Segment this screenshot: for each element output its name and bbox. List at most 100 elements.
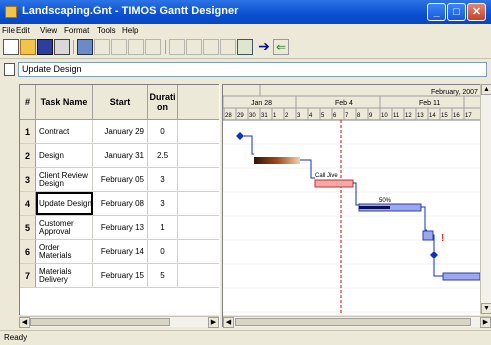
chart-scroll-left-button[interactable]: ◀ xyxy=(223,317,234,328)
menu-edit[interactable]: Edit xyxy=(16,26,30,35)
window-title: Landscaping.Gnt - TIMOS Gantt Designer xyxy=(22,5,239,17)
duration-cell[interactable]: 3 xyxy=(148,192,178,215)
row-number[interactable]: 7 xyxy=(20,264,36,287)
table-row[interactable]: 1 Contract January 29 0 xyxy=(20,120,220,144)
close-button[interactable]: ✕ xyxy=(467,3,486,21)
duration-cell[interactable]: 1 xyxy=(148,216,178,239)
row-number[interactable]: 4 xyxy=(20,192,36,215)
chart-horizontal-scrollbar[interactable]: ◀ ▶ xyxy=(223,316,491,328)
table-row[interactable]: 6 Order Materials February 14 0 xyxy=(20,240,220,264)
task-grid: # Task Name Start Durati on 1 Contract J… xyxy=(19,84,220,315)
app-icon[interactable] xyxy=(5,6,17,18)
unlink-icon[interactable] xyxy=(186,39,202,55)
milestone-contract[interactable] xyxy=(236,132,244,140)
header-task-name[interactable]: Task Name xyxy=(36,85,93,120)
day-label: 10 xyxy=(381,113,388,119)
bar-materials-delivery[interactable] xyxy=(442,272,480,281)
grid-horizontal-scrollbar[interactable]: ◀ ▶ xyxy=(19,316,219,328)
column-icon[interactable] xyxy=(220,39,236,55)
outdent-icon[interactable] xyxy=(111,39,127,55)
open-icon[interactable] xyxy=(20,39,36,55)
title-bar[interactable]: Landscaping.Gnt - TIMOS Gantt Designer _… xyxy=(0,0,491,24)
table-row[interactable]: 3 Client Review Design February 05 3 xyxy=(20,168,220,192)
dependency-link xyxy=(300,159,315,179)
row-number[interactable]: 5 xyxy=(20,216,36,239)
duration-cell[interactable]: 3 xyxy=(148,168,178,191)
duration-cell[interactable]: 0 xyxy=(148,120,178,143)
duration-cell[interactable]: 5 xyxy=(148,264,178,287)
minimize-button[interactable]: _ xyxy=(427,3,446,21)
day-label: 31 xyxy=(261,113,268,119)
table-row[interactable]: 2 Design January 31 2.5 xyxy=(20,144,220,168)
save-icon[interactable] xyxy=(37,39,53,55)
task-name-cell[interactable]: Materials Delivery xyxy=(36,264,93,287)
header-duration[interactable]: Durati on xyxy=(148,85,178,120)
chart-scroll-right-button[interactable]: ▶ xyxy=(480,317,491,328)
start-cell[interactable]: February 13 xyxy=(93,216,148,239)
bar-client-review-design[interactable] xyxy=(314,179,354,188)
month-label: February, 2007 xyxy=(431,89,478,96)
milestone-order-materials[interactable] xyxy=(430,251,438,259)
dependency-link xyxy=(244,135,254,155)
task-name-cell[interactable]: Design xyxy=(36,144,93,167)
week-label: Feb 11 xyxy=(419,100,440,107)
new-icon[interactable] xyxy=(3,39,19,55)
table-row[interactable]: 4 Update Design February 08 3 xyxy=(20,192,220,216)
start-cell[interactable]: January 29 xyxy=(93,120,148,143)
day-label: 29 xyxy=(237,113,244,119)
menu-view[interactable]: View xyxy=(40,26,57,35)
duration-cell[interactable]: 2.5 xyxy=(148,144,178,167)
row-number[interactable]: 3 xyxy=(20,168,36,191)
week-label: Jan 28 xyxy=(251,100,272,107)
indent-icon[interactable] xyxy=(94,39,110,55)
task-name-editor[interactable]: Update Design xyxy=(18,62,487,77)
cut-icon[interactable] xyxy=(77,39,93,55)
print-icon[interactable] xyxy=(54,39,70,55)
task-name-cell[interactable]: Order Materials xyxy=(36,240,93,263)
insert-icon[interactable] xyxy=(128,39,144,55)
start-cell[interactable]: February 05 xyxy=(93,168,148,191)
start-cell[interactable]: January 31 xyxy=(93,144,148,167)
header-empty xyxy=(178,85,220,120)
menu-file[interactable]: File xyxy=(2,26,15,35)
task-name-cell[interactable]: Client Review Design xyxy=(36,168,93,191)
link-icon[interactable] xyxy=(169,39,185,55)
gantt-chart[interactable]: February, 2007 Jan 28 Feb 4 Feb 11 28 29 3… xyxy=(223,84,480,315)
day-label: 11 xyxy=(393,113,400,119)
start-cell[interactable]: February 14 xyxy=(93,240,148,263)
scroll-up-button[interactable]: ▲ xyxy=(481,84,491,95)
menu-help[interactable]: Help xyxy=(122,26,138,35)
bar-design[interactable] xyxy=(254,157,300,164)
maximize-button[interactable]: □ xyxy=(447,3,466,21)
vertical-scrollbar[interactable]: ▲ ▼ xyxy=(480,84,491,314)
table-row[interactable]: 5 Customer Approval February 13 1 xyxy=(20,216,220,240)
table-row[interactable]: 7 Materials Delivery February 15 5 xyxy=(20,264,220,288)
calendar-icon[interactable] xyxy=(237,39,253,55)
grid-scroll-thumb[interactable] xyxy=(30,318,170,326)
grid-scroll-left-button[interactable]: ◀ xyxy=(19,317,30,328)
split-icon[interactable] xyxy=(203,39,219,55)
task-name-cell-selected[interactable]: Update Design xyxy=(36,192,93,215)
task-name-cell[interactable]: Customer Approval xyxy=(36,216,93,239)
menu-tools[interactable]: Tools xyxy=(97,26,116,35)
scroll-down-button[interactable]: ▼ xyxy=(481,303,491,314)
forward-icon[interactable]: ➔ xyxy=(256,39,272,55)
menu-format[interactable]: Format xyxy=(64,26,89,35)
header-start[interactable]: Start xyxy=(93,85,148,120)
grid-scroll-right-button[interactable]: ▶ xyxy=(208,317,219,328)
row-number[interactable]: 6 xyxy=(20,240,36,263)
bar-customer-approval[interactable] xyxy=(422,230,434,241)
row-number[interactable]: 1 xyxy=(20,120,36,143)
warning-icon: ! xyxy=(441,233,444,244)
start-cell[interactable]: February 15 xyxy=(93,264,148,287)
menu-bar: File Edit View Format Tools Help xyxy=(0,24,491,37)
delete-icon[interactable] xyxy=(145,39,161,55)
duration-cell[interactable]: 0 xyxy=(148,240,178,263)
header-num[interactable]: # xyxy=(20,85,36,120)
task-name-cell[interactable]: Contract xyxy=(36,120,93,143)
row-lines xyxy=(223,143,480,313)
start-cell[interactable]: February 08 xyxy=(93,192,148,215)
row-number[interactable]: 2 xyxy=(20,144,36,167)
back-icon[interactable]: ⇐ xyxy=(273,39,289,55)
chart-scroll-thumb[interactable] xyxy=(235,318,471,326)
